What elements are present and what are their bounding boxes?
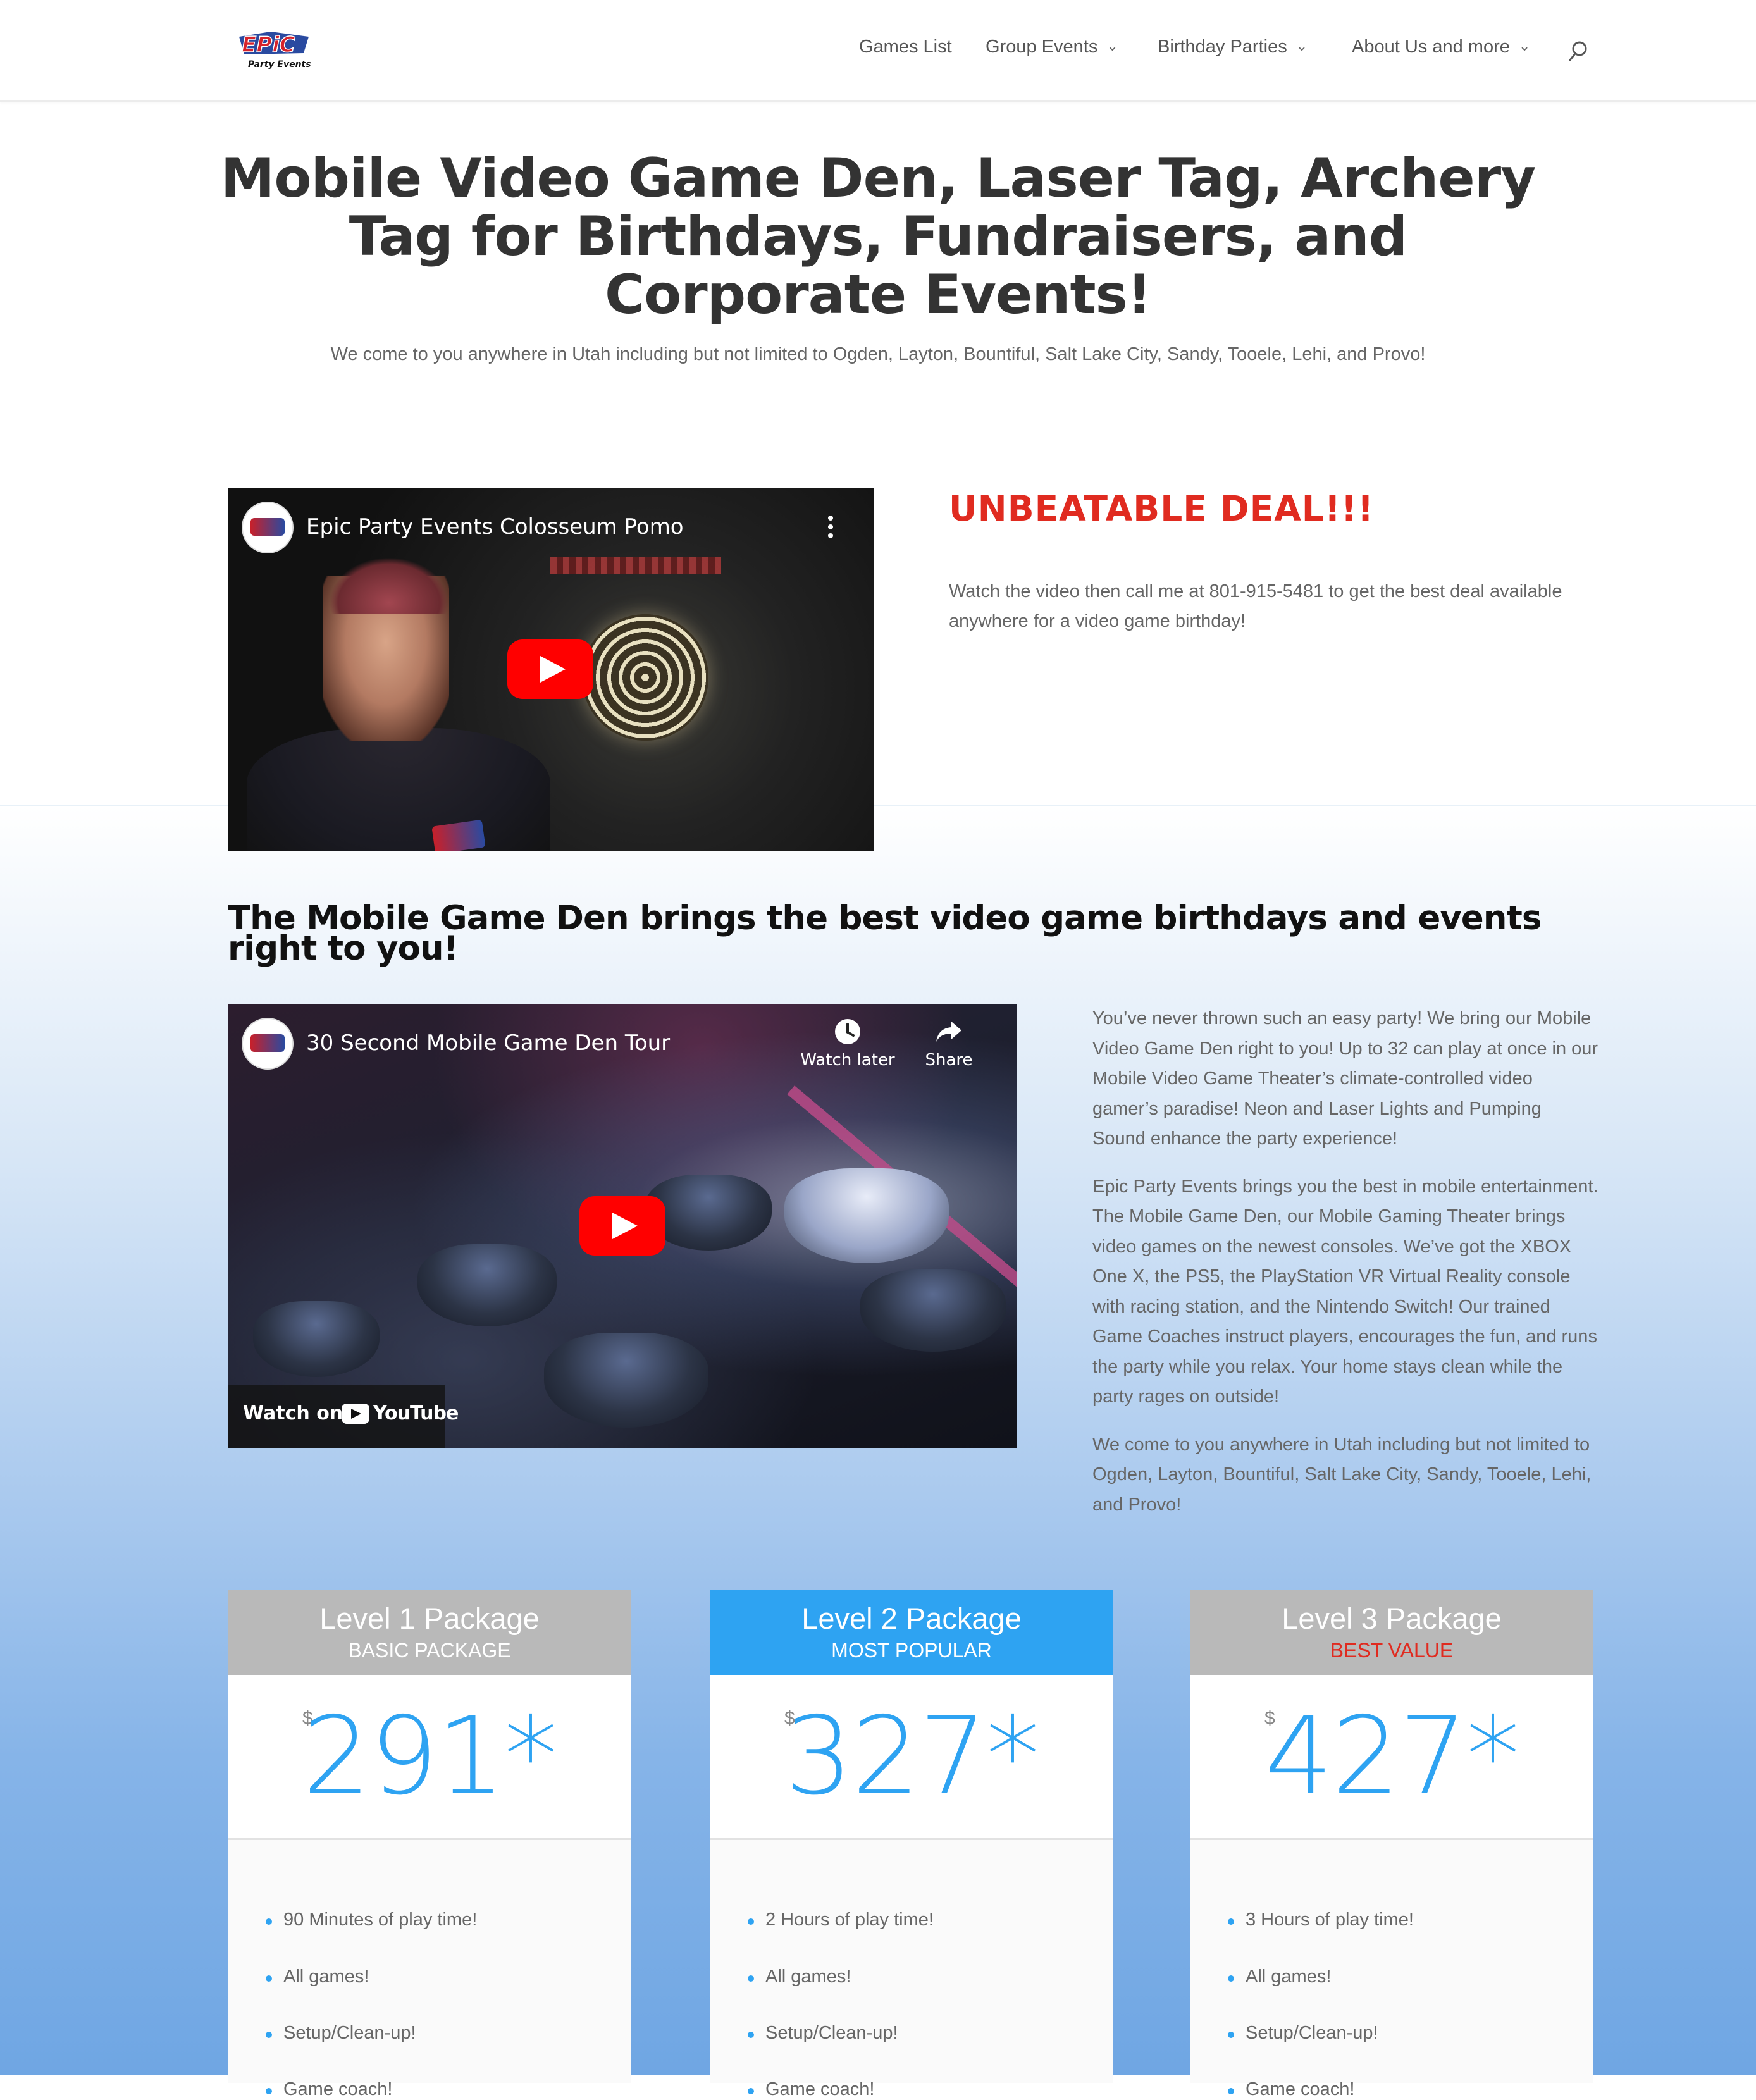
pricing-header: Level 1 Package BASIC PACKAGE	[228, 1590, 631, 1675]
channel-avatar[interactable]	[242, 502, 294, 553]
page-title: Mobile Video Game Den, Laser Tag, Archer…	[220, 147, 1536, 326]
nav-about-us-label: About Us and more	[1352, 37, 1510, 57]
pricing-card-level-1: Level 1 Package BASIC PACKAGE $ 291* 90 …	[228, 1590, 631, 2099]
pricing-header: Level 3 Package BEST VALUE	[1190, 1590, 1593, 1675]
video-thumbnail-controller	[253, 1301, 380, 1377]
den-heading: The Mobile Game Den brings the best vide…	[228, 899, 1542, 968]
deal-text: Watch the video then call me at 801-915-…	[949, 581, 1562, 631]
nav-birthday-parties[interactable]: Birthday Parties ⌄	[1158, 37, 1308, 58]
pricing-subtitle: MOST POPULAR	[831, 1639, 992, 1662]
video-title[interactable]: 30 Second Mobile Game Den Tour	[306, 1030, 670, 1056]
feature-item: Setup/Clean-up!	[1228, 2023, 1378, 2043]
feature-list: 3 Hours of play time! All games! Setup/C…	[1190, 1840, 1593, 2099]
price-amount: 327*	[784, 1694, 1039, 1819]
feature-item: Game coach!	[1227, 2079, 1355, 2099]
video-thumbnail-controller	[544, 1333, 708, 1428]
watch-later-button[interactable]: Watch later	[797, 1018, 898, 1070]
share-label: Share	[925, 1051, 973, 1070]
nav-games-list-label: Games List	[859, 37, 952, 57]
feature-list: 2 Hours of play time! All games! Setup/C…	[710, 1840, 1113, 2099]
channel-avatar[interactable]	[242, 1018, 294, 1070]
video-title[interactable]: Epic Party Events Colosseum Pomo	[306, 514, 684, 540]
nav-games-list[interactable]: Games List	[859, 37, 952, 58]
hero-subtitle: We come to you anywhere in Utah includin…	[330, 344, 1426, 364]
more-vert-icon[interactable]	[828, 516, 834, 540]
pricing-card-level-3: Level 3 Package BEST VALUE $ 427* 3 Hour…	[1190, 1590, 1593, 2099]
svg-text:Party Events: Party Events	[248, 59, 311, 70]
chevron-down-icon: ⌄	[1106, 38, 1118, 54]
pricing-subtitle: BASIC PACKAGE	[348, 1639, 511, 1662]
pricing-title: Level 1 Package	[319, 1602, 540, 1635]
nav-birthday-parties-label: Birthday Parties	[1158, 37, 1287, 57]
youtube-wordmark: YouTube	[373, 1402, 459, 1424]
feature-item: All games!	[747, 1967, 851, 1987]
price-amount: 291*	[302, 1694, 557, 1819]
video-thumbnail-light	[550, 557, 721, 574]
search-icon[interactable]	[1569, 40, 1588, 62]
pricing-price-area: $ 427*	[1190, 1675, 1593, 1840]
site-logo[interactable]: EPiC Party Events	[233, 25, 315, 73]
den-paragraph: You’ve never thrown such an easy party! …	[1092, 1008, 1598, 1149]
watch-later-label: Watch later	[800, 1051, 895, 1070]
play-icon[interactable]	[579, 1196, 665, 1256]
video-embed-tour[interactable]: 30 Second Mobile Game Den Tour Watch lat…	[228, 1004, 1017, 1448]
pricing-subtitle: BEST VALUE	[1330, 1639, 1454, 1662]
video-thumbnail-controller	[860, 1269, 1006, 1352]
video-thumbnail-shirt	[247, 728, 550, 851]
feature-item: Game coach!	[747, 2079, 875, 2099]
feature-item: All games!	[265, 1967, 369, 1987]
play-icon[interactable]	[507, 639, 593, 699]
den-description: You’ve never thrown such an easy party! …	[1092, 1004, 1598, 1538]
feature-item: 3 Hours of play time!	[1228, 1910, 1414, 1930]
youtube-logo-icon	[342, 1404, 369, 1424]
chevron-down-icon: ⌄	[1295, 38, 1308, 54]
deal-heading: UNBEATABLE DEAL!!!	[949, 488, 1375, 529]
pricing-card-level-2: Level 2 Package MOST POPULAR $ 327* 2 Ho…	[710, 1590, 1113, 2099]
clock-icon	[834, 1018, 862, 1046]
svg-text:EPiC: EPiC	[242, 32, 295, 58]
chevron-down-icon: ⌄	[1518, 38, 1531, 54]
share-button[interactable]: Share	[911, 1018, 987, 1070]
pricing-price-area: $ 327*	[710, 1675, 1113, 1840]
feature-item: 2 Hours of play time!	[748, 1910, 934, 1930]
video-thumbnail-controller	[417, 1244, 557, 1326]
video-thumbnail-controller	[784, 1168, 949, 1263]
den-paragraph: Epic Party Events brings you the best in…	[1092, 1176, 1598, 1407]
nav-about-us[interactable]: About Us and more ⌄	[1352, 37, 1530, 58]
watch-on-youtube-button[interactable]: Watch on YouTube	[228, 1385, 459, 1448]
price-amount: 427*	[1264, 1694, 1519, 1819]
nav-group-events-label: Group Events	[986, 37, 1098, 57]
feature-item: All games!	[1227, 1967, 1332, 1987]
pricing-title: Level 2 Package	[801, 1602, 1022, 1635]
pricing-title: Level 3 Package	[1282, 1602, 1502, 1635]
feature-item: Setup/Clean-up!	[748, 2023, 898, 2043]
feature-list: 90 Minutes of play time! All games! Setu…	[228, 1840, 631, 2099]
pricing-price-area: $ 291*	[228, 1675, 631, 1840]
nav-group-events[interactable]: Group Events ⌄	[986, 37, 1118, 58]
video-thumbnail-hair	[329, 557, 449, 614]
video-embed-promo[interactable]: Epic Party Events Colosseum Pomo	[228, 488, 874, 851]
den-paragraph: We come to you anywhere in Utah includin…	[1092, 1434, 1592, 1515]
feature-item: 90 Minutes of play time!	[265, 1910, 478, 1930]
video-thumbnail-target	[582, 614, 708, 741]
site-header: EPiC Party Events Games List Group Event…	[0, 0, 1756, 102]
pricing-header: Level 2 Package MOST POPULAR	[710, 1590, 1113, 1675]
feature-item: Setup/Clean-up!	[266, 2023, 416, 2043]
watch-on-label: Watch on	[243, 1402, 343, 1424]
share-icon	[935, 1018, 963, 1046]
feature-item: Game coach!	[265, 2079, 393, 2099]
